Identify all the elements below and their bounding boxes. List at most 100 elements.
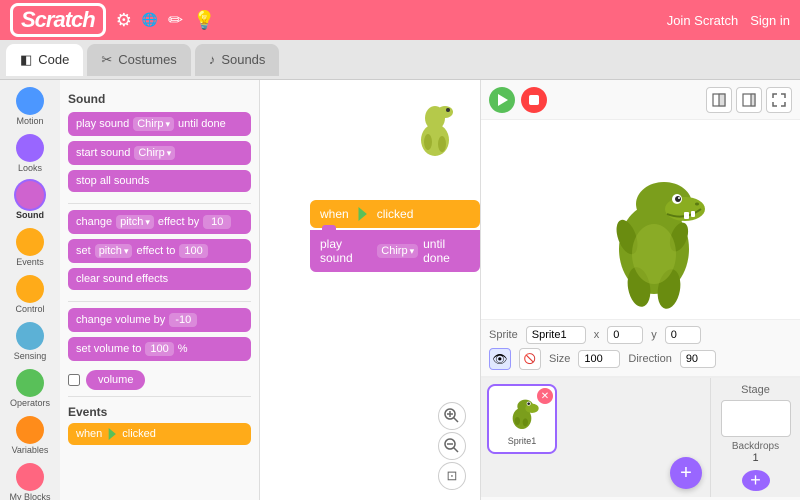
separator-3	[68, 396, 251, 397]
stop-button[interactable]	[521, 87, 547, 113]
y-label: y	[651, 329, 657, 341]
sidebar-item-variables[interactable]: Variables	[4, 413, 56, 458]
block-set-pitch-value[interactable]: 100	[179, 244, 207, 258]
block-change-pitch[interactable]: change pitch effect by 10	[68, 210, 251, 234]
add-backdrop-button[interactable]: +	[742, 470, 770, 491]
green-flag-button[interactable]	[489, 87, 515, 113]
size-label: Size	[549, 353, 570, 365]
tab-code[interactable]: ◧ Code	[6, 44, 83, 76]
sidebar-item-operators[interactable]: Operators	[4, 366, 56, 411]
zoom-in-button[interactable]	[438, 402, 466, 430]
stage-section-label: Stage	[741, 384, 770, 396]
block-stop-all-sounds[interactable]: stop all sounds	[68, 170, 251, 192]
events-section-title: Events	[68, 405, 251, 419]
tab-sounds[interactable]: ♪ Sounds	[195, 44, 280, 76]
sprite-y-input[interactable]	[665, 326, 701, 344]
block-start-sound[interactable]: start sound Chirp	[68, 141, 251, 165]
block-volume-value[interactable]: -10	[169, 313, 197, 327]
stage-mini-thumbnail[interactable]	[721, 400, 791, 437]
block-set-pitch-dropdown[interactable]: pitch	[95, 244, 133, 258]
right-panel: Sprite x y 👁 🚫 Size Direction	[480, 80, 800, 500]
sprite-name-input[interactable]	[526, 326, 586, 344]
gear-icon[interactable]: ⚙	[116, 10, 132, 31]
sprite-info-row-2: 👁 🚫 Size Direction	[489, 348, 792, 370]
hide-sprite-button[interactable]: 🚫	[519, 348, 541, 370]
script-area: when clicked play sound Chirp until done	[260, 80, 480, 500]
sprite-label: Sprite	[489, 329, 518, 341]
stop-icon	[529, 95, 539, 105]
block-clear-effects[interactable]: clear sound effects	[68, 268, 251, 290]
sidebar-item-sound[interactable]: Sound	[4, 178, 56, 223]
sprite-list: ✕ Sprite1	[481, 378, 710, 497]
fit-button[interactable]: ⊡	[438, 462, 466, 490]
join-scratch-button[interactable]: Join Scratch	[667, 13, 739, 28]
stage-section: Stage Backdrops 1 +	[710, 378, 800, 497]
scratch-logo[interactable]: Scratch	[10, 3, 106, 37]
small-stage-icon	[712, 93, 726, 107]
fullscreen-icon	[772, 93, 786, 107]
sidebar-item-looks[interactable]: Looks	[4, 131, 56, 176]
dino-sprite-svg	[589, 149, 719, 309]
tab-costumes[interactable]: ✂ Costumes	[87, 44, 190, 76]
stage-controls-right	[706, 87, 792, 113]
stage-controls-left	[489, 87, 547, 113]
block-set-volume-value[interactable]: 100	[145, 342, 173, 356]
block-set-pitch[interactable]: set pitch effect to 100	[68, 239, 251, 263]
bulb-icon[interactable]: 💡	[193, 10, 215, 31]
stage-canvas	[481, 120, 800, 320]
block-start-sound-dropdown[interactable]: Chirp	[134, 146, 175, 160]
large-stage-icon	[742, 93, 756, 107]
zoom-out-icon	[444, 438, 460, 454]
sidebar-item-myblocks[interactable]: My Blocks	[4, 460, 56, 500]
block-set-volume[interactable]: set volume to 100 %	[68, 337, 251, 361]
topbar-right: Join Scratch Sign in	[667, 13, 790, 28]
show-sprite-button[interactable]: 👁	[489, 348, 511, 370]
block-pitch-value[interactable]: 10	[203, 215, 231, 229]
zoom-controls: ⊡	[438, 402, 466, 490]
script-sound-dropdown[interactable]: Chirp	[377, 244, 418, 258]
sidebar-item-sensing[interactable]: Sensing	[4, 319, 56, 364]
block-pitch-dropdown[interactable]: pitch	[116, 215, 154, 229]
block-when-flag[interactable]: when clicked	[68, 423, 251, 445]
sprite-thumb-dino	[502, 393, 542, 433]
script-event-piece[interactable]: when clicked	[310, 200, 480, 228]
edit-icon[interactable]: ✏	[168, 10, 183, 31]
small-stage-button[interactable]	[706, 87, 732, 113]
zoom-out-button[interactable]	[438, 432, 466, 460]
sprite-size-input[interactable]	[578, 350, 620, 368]
large-stage-button[interactable]	[736, 87, 762, 113]
sprite-thumb-sprite1[interactable]: ✕ Sprite1	[487, 384, 557, 454]
sidebar-item-motion[interactable]: Motion	[4, 84, 56, 129]
topbar-tools: ⚙ 🌐 ✏ 💡	[116, 10, 216, 31]
block-change-volume[interactable]: change volume by -10	[68, 308, 251, 332]
sprite-x-input[interactable]	[607, 326, 643, 344]
sprite-direction-input[interactable]	[680, 350, 716, 368]
script-sound-piece[interactable]: play sound Chirp until done	[310, 230, 480, 272]
translate-icon[interactable]: 🌐	[142, 12, 158, 28]
block-play-sound[interactable]: play sound Chirp until done	[68, 112, 251, 136]
code-tab-icon: ◧	[20, 52, 32, 68]
topbar: Scratch ⚙ 🌐 ✏ 💡 Join Scratch Sign in	[0, 0, 800, 40]
fullscreen-button[interactable]	[766, 87, 792, 113]
flag-icon-script	[356, 207, 370, 221]
bottom-row: ✕ Sprite1	[481, 377, 800, 497]
flag-icon-block	[106, 428, 118, 440]
sprite-thumb-label: Sprite1	[508, 436, 537, 446]
script-sprite-thumbnail	[410, 90, 460, 150]
sign-in-button[interactable]: Sign in	[750, 13, 790, 28]
separator-2	[68, 301, 251, 302]
main-area: Motion Looks Sound Events Control Sensin…	[0, 80, 800, 500]
categories-panel: Motion Looks Sound Events Control Sensin…	[0, 80, 60, 500]
x-label: x	[594, 329, 600, 341]
separator	[68, 203, 251, 204]
sprite-info-row: Sprite x y	[489, 326, 792, 344]
block-play-sound-dropdown[interactable]: Chirp	[133, 117, 174, 131]
sidebar-item-events[interactable]: Events	[4, 225, 56, 270]
sidebar-item-control[interactable]: Control	[4, 272, 56, 317]
sounds-tab-label: Sounds	[221, 52, 265, 67]
add-sprite-button[interactable]: +	[670, 457, 702, 489]
block-volume-reporter[interactable]: volume	[86, 370, 145, 390]
volume-checkbox[interactable]	[68, 374, 80, 386]
tabbar: ◧ Code ✂ Costumes ♪ Sounds	[0, 40, 800, 80]
delete-sprite-button[interactable]: ✕	[537, 388, 553, 404]
